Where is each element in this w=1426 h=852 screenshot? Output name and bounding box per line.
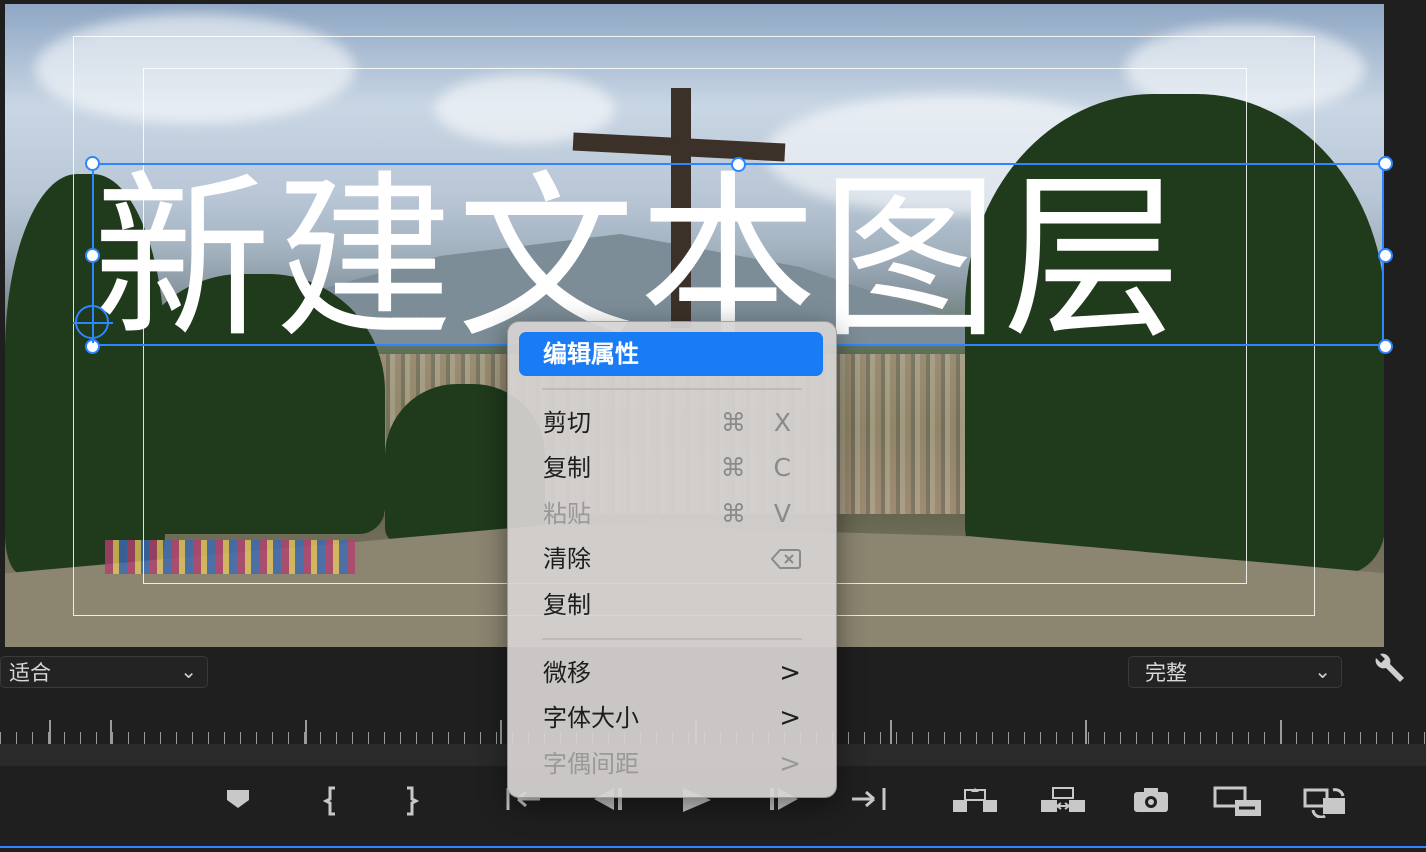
menu-item-label: 微移 [543, 659, 591, 687]
menu-item-label: 字体大小 [543, 704, 639, 732]
menu-item-label: 编辑属性 [543, 340, 639, 368]
export-frame-icon[interactable] [1130, 786, 1172, 826]
menu-item-nudge[interactable]: 微移 > [519, 651, 823, 695]
context-menu[interactable]: 编辑属性 剪切 ⌘ X 复制 ⌘ C 粘贴 ⌘ V 清除 复制 微移 > 字体大… [507, 321, 837, 798]
panel-focus-line [0, 846, 1426, 848]
resize-handle-top-left[interactable] [85, 156, 100, 171]
menu-item-label: 字偶间距 [543, 750, 639, 778]
menu-item-label: 粘贴 [543, 500, 591, 528]
menu-separator [542, 638, 802, 640]
menu-item-cut[interactable]: 剪切 ⌘ X [519, 401, 823, 445]
delete-key-icon [770, 537, 801, 584]
menu-item-font-size[interactable]: 字体大小 > [519, 696, 823, 740]
menu-item-label: 清除 [543, 545, 591, 573]
wrench-icon[interactable] [1370, 652, 1408, 694]
menu-item-shortcut: ⌘ C [720, 453, 801, 482]
go-to-out-icon[interactable] [846, 786, 890, 826]
menu-item-edit-properties[interactable]: 编辑属性 [519, 332, 823, 376]
resize-handle-top-right[interactable] [1378, 156, 1393, 171]
zoom-fit-dropdown[interactable]: 适合 ⌄ [0, 656, 208, 688]
anchor-point-icon[interactable] [73, 303, 113, 343]
chevron-right-icon: > [779, 703, 801, 733]
menu-item-kerning: 字偶间距 > [519, 742, 823, 786]
menu-item-label: 复制 [543, 591, 591, 619]
overwrite-icon[interactable] [1302, 786, 1350, 826]
zoom-fit-value: 适合 [9, 661, 51, 685]
menu-item-duplicate[interactable]: 复制 [519, 583, 823, 627]
menu-separator [542, 388, 802, 390]
chevron-right-icon: > [779, 658, 801, 688]
resize-handle-right[interactable] [1378, 248, 1393, 263]
resize-handle-top[interactable] [731, 157, 746, 172]
playback-quality-value: 完整 [1145, 661, 1187, 685]
resize-handle-bottom-right[interactable] [1378, 339, 1393, 354]
text-selection-box[interactable] [92, 163, 1384, 346]
chevron-down-icon: ⌄ [180, 659, 197, 683]
mark-out-icon[interactable] [396, 786, 426, 826]
menu-item-clear[interactable]: 清除 [519, 537, 823, 581]
insert-icon[interactable] [1212, 786, 1264, 826]
resize-handle-left[interactable] [85, 248, 100, 263]
chevron-right-icon: > [779, 749, 801, 779]
chevron-down-icon: ⌄ [1314, 659, 1331, 683]
menu-item-paste: 粘贴 ⌘ V [519, 492, 823, 536]
lift-icon[interactable] [950, 786, 1000, 826]
menu-item-shortcut: ⌘ X [720, 408, 801, 437]
mark-in-icon[interactable] [316, 786, 346, 826]
add-marker-icon[interactable] [222, 786, 254, 826]
menu-item-shortcut: ⌘ V [720, 499, 801, 528]
playback-quality-dropdown[interactable]: 完整 ⌄ [1128, 656, 1342, 688]
menu-item-label: 复制 [543, 454, 591, 482]
extract-icon[interactable] [1038, 786, 1088, 826]
menu-item-label: 剪切 [543, 409, 591, 437]
menu-item-copy[interactable]: 复制 ⌘ C [519, 446, 823, 490]
